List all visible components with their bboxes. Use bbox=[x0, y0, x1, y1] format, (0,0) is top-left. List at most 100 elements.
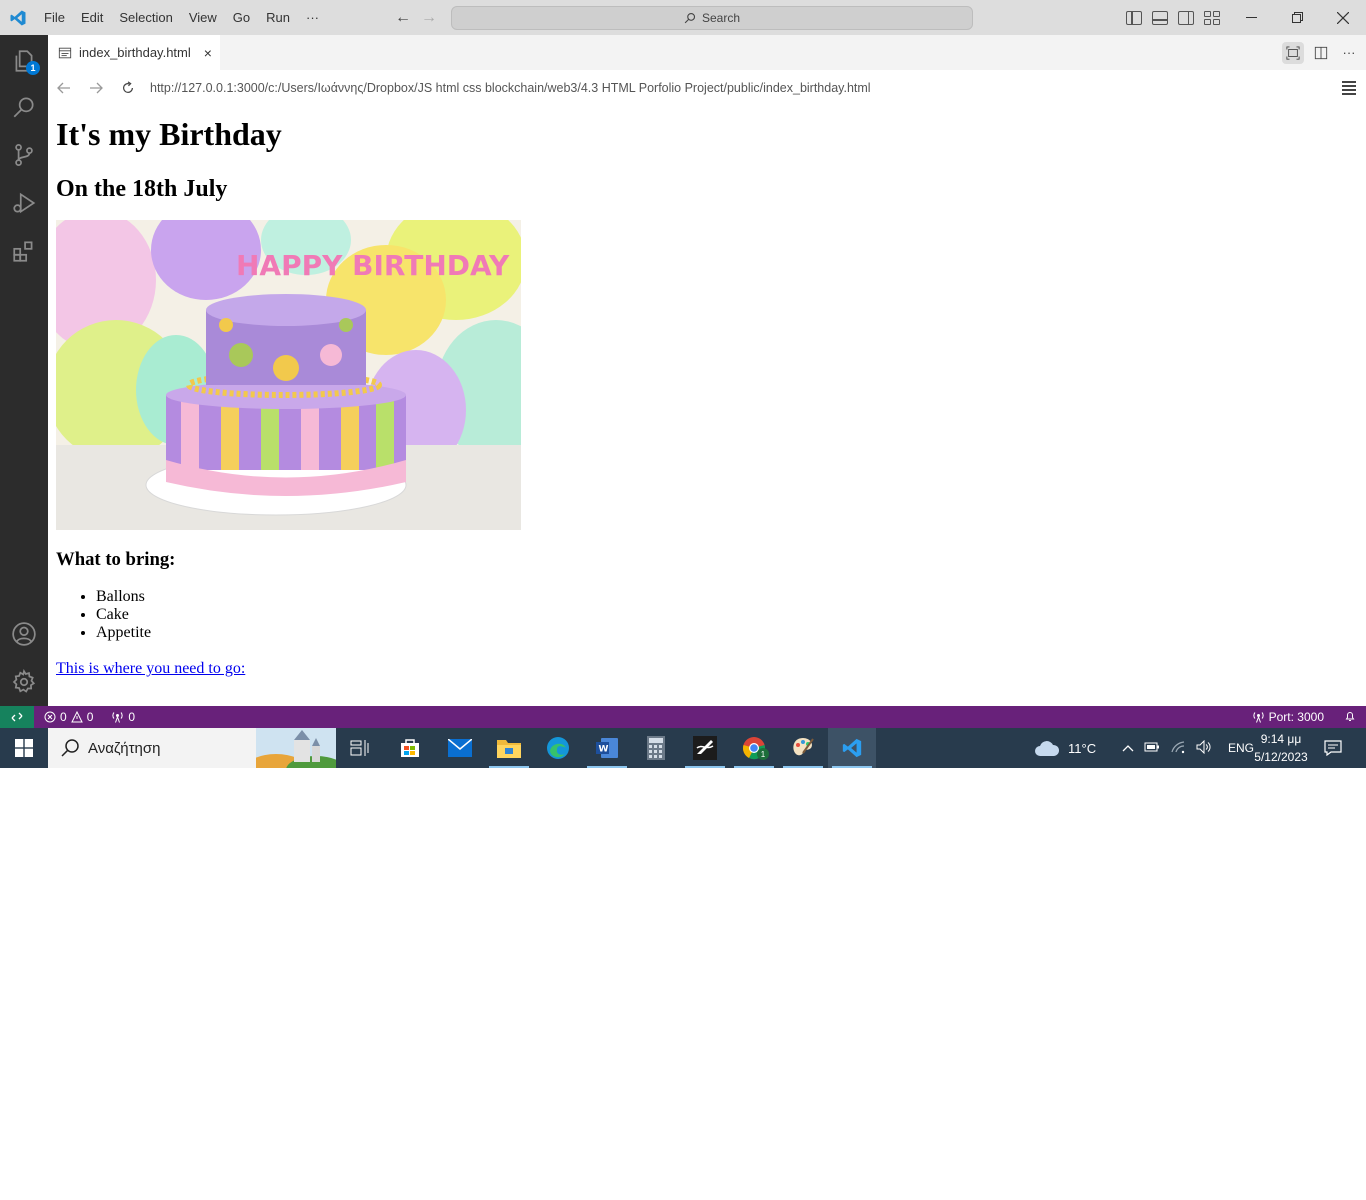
status-bar: 0 0 0 Port: 3000 bbox=[0, 706, 1366, 728]
list-item: Ballons bbox=[96, 588, 1366, 606]
restore-button[interactable] bbox=[1274, 0, 1320, 35]
weather-widget[interactable]: 11°C bbox=[1034, 728, 1096, 768]
remote-indicator-icon[interactable] bbox=[0, 706, 34, 728]
windows-logo-icon bbox=[15, 739, 33, 757]
ports-count: 0 bbox=[128, 710, 136, 724]
browser-address-bar: http://127.0.0.1:3000/c:/Users/Ιωάννης/D… bbox=[48, 70, 1366, 106]
search-icon bbox=[61, 739, 79, 757]
browser-menu-icon[interactable] bbox=[1342, 81, 1356, 95]
source-control-icon[interactable] bbox=[0, 131, 48, 179]
file-explorer-icon[interactable] bbox=[485, 728, 533, 768]
start-button[interactable] bbox=[0, 728, 48, 768]
title-bar: File Edit Selection View Go Run ··· ← → … bbox=[0, 0, 1366, 35]
status-right: Port: 3000 bbox=[1246, 706, 1356, 728]
windows-taskbar: Αναζήτηση W 1 11°C ENG 9:14 μμ 5/12/2023 bbox=[0, 728, 1366, 768]
ports-indicator[interactable]: 0 bbox=[105, 710, 141, 724]
weather-temp: 11°C bbox=[1068, 740, 1097, 756]
menu-run[interactable]: Run bbox=[258, 0, 298, 35]
preview-icon bbox=[58, 47, 72, 58]
toggle-panel-icon[interactable] bbox=[1152, 10, 1168, 25]
editor-tab-bar: index_birthday.html × ··· bbox=[48, 35, 1366, 70]
browser-reload-icon[interactable] bbox=[112, 81, 144, 95]
more-actions-icon[interactable]: ··· bbox=[1338, 42, 1360, 64]
browser-forward-icon[interactable] bbox=[80, 82, 112, 94]
search-placeholder: Search bbox=[701, 11, 741, 25]
svg-text:W: W bbox=[599, 745, 609, 755]
search-activity-icon[interactable] bbox=[0, 83, 48, 131]
bring-list: Ballons Cake Appetite bbox=[56, 588, 1366, 642]
broadcast-icon bbox=[112, 712, 124, 723]
tab-label: index_birthday.html bbox=[79, 45, 191, 60]
live-server-port[interactable]: Port: 3000 bbox=[1246, 710, 1330, 724]
taskbar-search-box[interactable]: Αναζήτηση bbox=[48, 728, 336, 768]
chrome-badge: 1 bbox=[757, 748, 769, 760]
window-controls bbox=[1228, 0, 1366, 35]
minimize-button[interactable] bbox=[1228, 0, 1274, 35]
forward-arrow-icon[interactable]: → bbox=[420, 9, 438, 27]
search-highlight-castle-icon bbox=[256, 728, 336, 768]
edge-browser-icon[interactable] bbox=[534, 728, 582, 768]
clock-date: 5/12/2023 bbox=[1254, 750, 1308, 764]
port-label: Port: 3000 bbox=[1268, 710, 1324, 724]
warning-icon bbox=[70, 711, 83, 723]
page-subheading: On the 18th July bbox=[56, 176, 228, 202]
broadcast-icon bbox=[1252, 712, 1264, 723]
bring-heading: What to bring: bbox=[56, 549, 176, 570]
run-debug-icon[interactable] bbox=[0, 179, 48, 227]
tab-actions: ··· bbox=[1282, 35, 1360, 70]
search-icon bbox=[684, 12, 696, 24]
accounts-icon[interactable] bbox=[0, 610, 48, 658]
command-center-search[interactable]: Search bbox=[451, 6, 973, 30]
page-heading: It's my Birthday bbox=[56, 116, 282, 152]
taskbar-clock[interactable]: 9:14 μμ 5/12/2023 bbox=[1248, 730, 1314, 766]
extensions-icon[interactable] bbox=[0, 227, 48, 275]
explorer-icon[interactable]: 1 bbox=[0, 37, 48, 85]
microsoft-store-icon[interactable] bbox=[386, 728, 434, 768]
birthday-cake-image: HAPPY BIRTHDAY bbox=[56, 220, 521, 530]
close-tab-icon[interactable]: × bbox=[204, 45, 212, 61]
paint-icon[interactable] bbox=[779, 728, 827, 768]
notifications-bell-icon[interactable] bbox=[1344, 710, 1356, 725]
close-window-button[interactable] bbox=[1320, 0, 1366, 35]
list-item: Cake bbox=[96, 606, 1366, 624]
menu-bar: File Edit Selection View Go Run ··· bbox=[36, 0, 327, 35]
toggle-preview-icon[interactable] bbox=[1282, 41, 1304, 64]
vscode-taskbar-icon[interactable] bbox=[828, 728, 876, 768]
acs-app-icon[interactable] bbox=[681, 728, 729, 768]
explorer-badge: 1 bbox=[26, 61, 40, 75]
wifi-icon[interactable] bbox=[1170, 740, 1186, 757]
menu-file[interactable]: File bbox=[36, 0, 73, 35]
word-icon[interactable]: W bbox=[583, 728, 631, 768]
calculator-icon[interactable] bbox=[632, 728, 680, 768]
back-arrow-icon[interactable]: ← bbox=[394, 9, 412, 27]
taskbar-search-placeholder: Αναζήτηση bbox=[88, 739, 161, 757]
menu-selection[interactable]: Selection bbox=[111, 0, 180, 35]
cloud-icon bbox=[1035, 741, 1060, 756]
menu-more[interactable]: ··· bbox=[298, 0, 327, 35]
show-hidden-icons-chevron-icon[interactable] bbox=[1122, 741, 1134, 755]
volume-icon[interactable] bbox=[1196, 739, 1212, 757]
tab-index-birthday[interactable]: index_birthday.html × bbox=[48, 35, 220, 70]
menu-go[interactable]: Go bbox=[225, 0, 258, 35]
battery-icon[interactable] bbox=[1144, 741, 1160, 756]
customize-layout-icon[interactable] bbox=[1204, 10, 1220, 25]
menu-view[interactable]: View bbox=[181, 0, 225, 35]
directions-link[interactable]: This is where you need to go: bbox=[56, 660, 245, 678]
toggle-primary-sidebar-icon[interactable] bbox=[1126, 10, 1142, 25]
chrome-icon[interactable]: 1 bbox=[730, 728, 778, 768]
problems-indicator[interactable]: 0 0 bbox=[38, 710, 99, 724]
activity-bar: 1 bbox=[0, 35, 48, 706]
mail-icon[interactable] bbox=[436, 728, 484, 768]
manage-gear-icon[interactable] bbox=[0, 658, 48, 706]
error-count: 0 bbox=[60, 710, 67, 724]
toggle-secondary-sidebar-icon[interactable] bbox=[1178, 10, 1194, 25]
page-preview: It's my Birthday On the 18th July HAPPY … bbox=[48, 106, 1366, 706]
url-field[interactable]: http://127.0.0.1:3000/c:/Users/Ιωάννης/D… bbox=[150, 81, 871, 95]
task-view-icon[interactable] bbox=[336, 728, 384, 768]
cake-candle-text: HAPPY BIRTHDAY bbox=[236, 249, 510, 282]
split-editor-icon[interactable] bbox=[1310, 42, 1332, 64]
browser-back-icon[interactable] bbox=[48, 82, 80, 94]
notification-center-icon[interactable] bbox=[1324, 728, 1342, 768]
list-item: Appetite bbox=[96, 624, 1366, 642]
menu-edit[interactable]: Edit bbox=[73, 0, 111, 35]
